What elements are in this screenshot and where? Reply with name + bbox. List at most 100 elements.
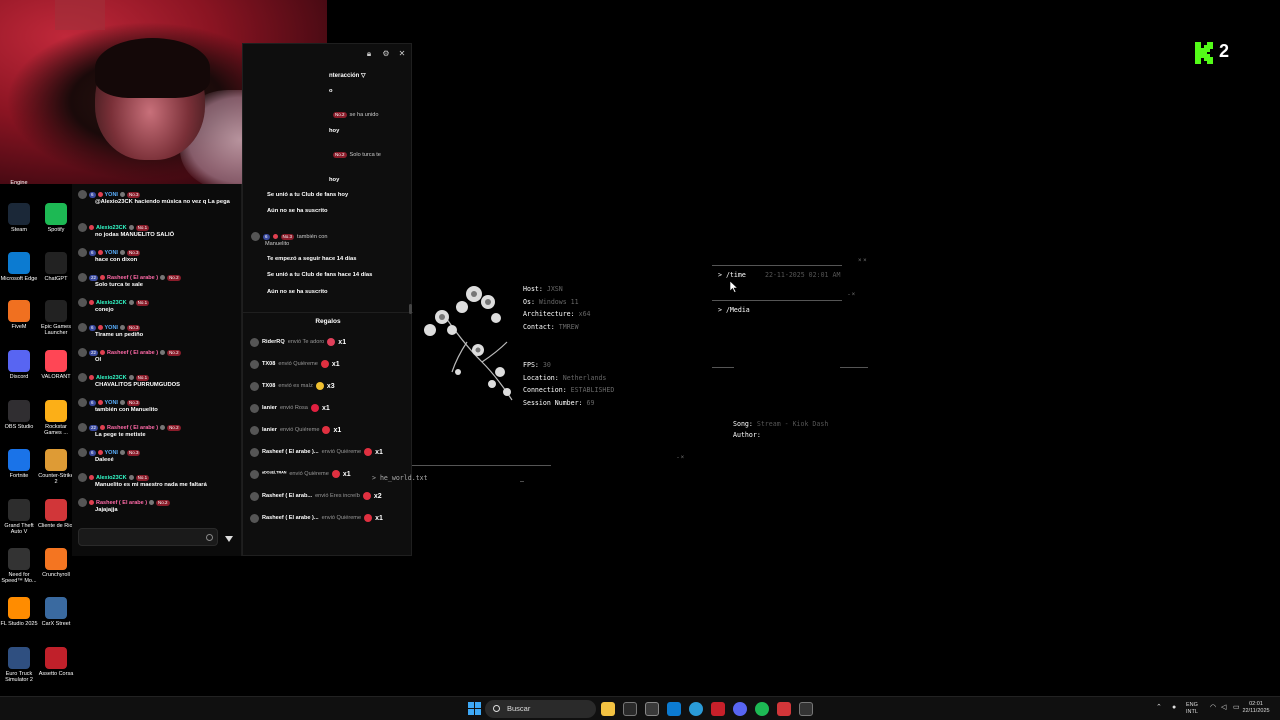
chat-username[interactable]: Rasheef ( El arabe ) [107, 425, 158, 431]
info-row: Connection: ESTABLISHED [523, 384, 614, 397]
calendar-icon[interactable] [623, 702, 637, 716]
avatar[interactable] [250, 337, 259, 347]
avatar[interactable] [78, 323, 87, 332]
notepad-icon[interactable] [645, 702, 659, 716]
desktop-icon[interactable]: Need for Speed™ Mo... [0, 548, 38, 585]
edge-icon[interactable] [689, 702, 703, 716]
media-player-icon[interactable] [711, 702, 725, 716]
gift-username[interactable]: ᵃᴰᴼˢᴱᴸᵀᴿᴬᴺ [262, 471, 286, 477]
avatar[interactable] [250, 469, 259, 479]
microphone-icon[interactable]: ● [1172, 704, 1176, 711]
desktop-icon[interactable]: Fortnite [0, 449, 38, 479]
chat-username[interactable]: Rasheef ( El arabe ) [107, 350, 158, 356]
chat-username[interactable]: Alexio23CK [96, 225, 127, 231]
gift-username[interactable]: lanier [262, 405, 277, 411]
chevron-up-icon[interactable]: ⌃ [1156, 704, 1162, 711]
file-explorer-icon[interactable] [601, 702, 615, 716]
badge-icon [119, 400, 125, 405]
avatar[interactable] [78, 273, 87, 282]
emoji-icon[interactable] [206, 534, 213, 541]
avatar[interactable] [78, 398, 87, 407]
avatar[interactable] [250, 491, 259, 501]
gift-username[interactable]: RiderRQ [262, 339, 285, 345]
gift-username[interactable]: Rasheef ( El arabe )... [262, 449, 319, 455]
desktop-icon[interactable]: Steam [0, 203, 38, 233]
close-icon[interactable]: - × [677, 455, 684, 461]
chat-username[interactable]: Alexio23CK [96, 375, 127, 381]
close-icon[interactable]: - × [848, 292, 855, 298]
desktop-icon[interactable]: Crunchyroll [37, 548, 75, 578]
chat-username[interactable]: Rasheef ( El arabe ) [96, 500, 147, 506]
desktop-icon[interactable]: Spotify [37, 203, 75, 233]
desktop-icon[interactable]: Assetto Corsa [37, 647, 75, 677]
chat-input[interactable] [78, 528, 218, 546]
desktop-icon[interactable]: Euro Truck Simulator 2 [0, 647, 38, 684]
gift-username[interactable]: Rasheef ( El arabe )... [262, 515, 319, 521]
discord-icon[interactable] [733, 702, 747, 716]
desktop-icon[interactable]: Discord [0, 350, 38, 380]
chat-username[interactable]: Rasheef ( El arabe ) [107, 275, 158, 281]
avatar[interactable] [78, 373, 87, 382]
close-icon[interactable]: × × [858, 258, 867, 264]
chat-username[interactable]: Alexio23CK [96, 300, 127, 306]
desktop-icon[interactable]: ChatGPT [37, 252, 75, 282]
desktop-icon[interactable]: FL Studio 2025 [0, 597, 38, 627]
avatar[interactable] [250, 359, 259, 369]
avatar[interactable] [78, 423, 87, 432]
activity-filter[interactable]: nteracción ▽ [329, 72, 366, 79]
desktop-icon[interactable]: Grand Theft Auto V [0, 499, 38, 536]
avatar[interactable] [250, 513, 259, 523]
avatar[interactable] [78, 348, 87, 357]
wifi-icon[interactable]: ◠ [1210, 704, 1216, 711]
clock[interactable]: 02:01 22/11/2025 [1239, 701, 1273, 715]
gift-username[interactable]: Rasheef ( El arab... [262, 493, 312, 499]
desktop-icon[interactable]: VALORANT [37, 350, 75, 380]
desktop-icon[interactable]: Cliente de Riot [37, 499, 75, 529]
chat-username[interactable]: YONI [105, 400, 118, 406]
desktop-icon[interactable]: Microsoft Edge [0, 252, 38, 282]
settings-icon[interactable]: ⚙ [382, 50, 390, 58]
chat-username[interactable]: YONI [105, 250, 118, 256]
desktop-icon[interactable]: Counter-Strike 2 [37, 449, 75, 486]
avatar[interactable] [78, 298, 87, 307]
avatar[interactable] [78, 473, 87, 482]
desktop-icon[interactable]: CarX Street [37, 597, 75, 627]
gift-username[interactable]: TX08 [262, 361, 275, 367]
avatar[interactable] [251, 232, 260, 241]
info-label: Location: [523, 373, 559, 382]
windows-start-icon[interactable] [468, 702, 481, 715]
gift-username[interactable]: TX08 [262, 383, 275, 389]
volume-icon[interactable]: ◁ [1221, 704, 1226, 711]
gift-count: x1 [375, 514, 383, 522]
avatar[interactable] [250, 425, 259, 435]
desktop-icon[interactable]: FiveM [0, 300, 38, 330]
avatar[interactable] [250, 403, 259, 413]
tiktok-live-icon[interactable] [799, 702, 813, 716]
gift-icon [364, 514, 373, 522]
gift-username[interactable]: lanier [262, 427, 277, 433]
avatar[interactable] [78, 498, 87, 507]
taskbar-search[interactable]: Buscar [485, 700, 596, 718]
desktop-icon[interactable]: OBS Studio [0, 400, 38, 430]
send-icon[interactable] [225, 536, 233, 542]
info-label: Contact: [523, 322, 555, 331]
avatar[interactable] [250, 381, 259, 391]
avatar[interactable] [78, 223, 87, 232]
desktop-icon[interactable]: Engine [0, 180, 38, 186]
avatar[interactable] [78, 448, 87, 457]
chat-username[interactable]: YONI [105, 192, 118, 198]
chat-username[interactable]: Alexio23CK [96, 475, 127, 481]
lock-icon[interactable]: 🔒︎ [365, 50, 373, 58]
avatar[interactable] [250, 447, 259, 457]
chat-username[interactable]: YONI [105, 325, 118, 331]
spotify-icon[interactable] [755, 702, 769, 716]
chat-username[interactable]: YONI [105, 450, 118, 456]
language-indicator[interactable]: ENG INTL [1186, 702, 1198, 716]
riot-client-icon[interactable] [777, 702, 791, 716]
avatar[interactable] [78, 248, 87, 257]
avatar[interactable] [78, 190, 87, 199]
close-icon[interactable]: ✕ [398, 50, 406, 58]
desktop-icon[interactable]: Rockstar Games ... [37, 400, 75, 437]
outlook-icon[interactable] [667, 702, 681, 716]
desktop-icon[interactable]: Epic Games Launcher [37, 300, 75, 337]
